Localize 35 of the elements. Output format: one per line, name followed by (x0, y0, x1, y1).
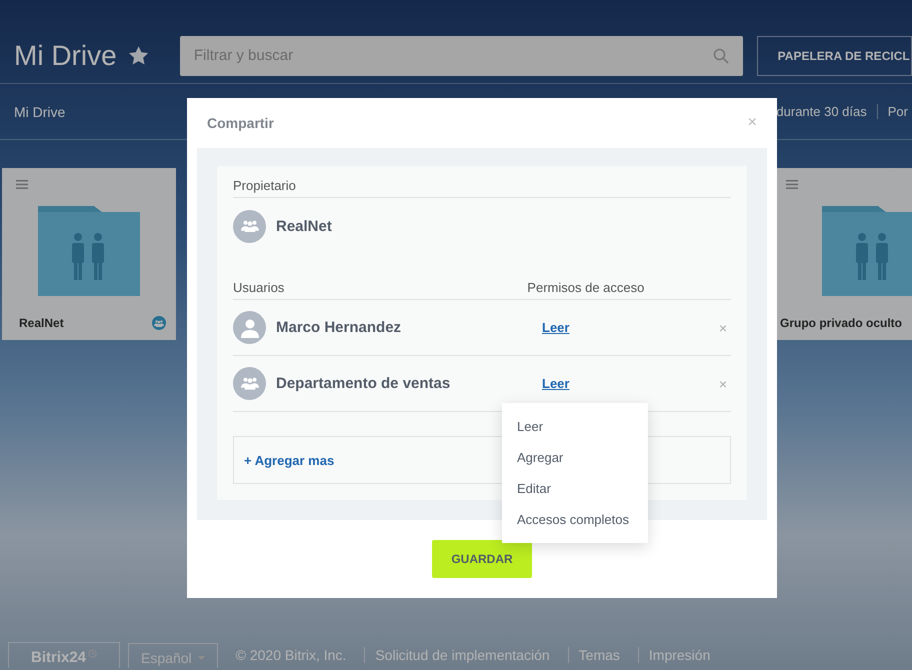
user-name: Departamento de ventas (276, 375, 450, 392)
permissions-label: Permisos de acceso (527, 280, 644, 295)
group-icon (240, 220, 258, 232)
search-icon (712, 48, 729, 64)
toolbar-item[interactable]: Por (876, 104, 912, 119)
folder-icon (822, 206, 912, 296)
search-field[interactable]: Filtrar y buscar (180, 36, 743, 76)
save-button[interactable]: GUARDAR (432, 540, 532, 578)
user-name: Marco Hernandez (276, 319, 402, 336)
add-more-link[interactable]: + Agregar mas (244, 452, 334, 468)
user-icon (240, 318, 258, 338)
recycle-bin-button[interactable]: PAPELERA DE RECICL (756, 36, 912, 76)
folder-name: Grupo privado oculto (780, 316, 902, 330)
menu-icon[interactable] (786, 180, 798, 189)
folder-card[interactable]: RealNet (2, 168, 176, 340)
clock-icon (88, 649, 98, 658)
owner-label: Propietario (233, 178, 296, 193)
owner-name: RealNet (276, 218, 332, 234)
menu-item[interactable]: Agregar (502, 442, 648, 473)
group-icon (240, 377, 258, 390)
menu-item[interactable]: Editar (502, 473, 648, 504)
permission-link[interactable]: Leer (542, 320, 570, 335)
copyright-text: © 2020 Bitrix, Inc. (234, 647, 348, 663)
menu-item[interactable]: Accesos completos (502, 504, 648, 535)
folder-name: RealNet (19, 316, 64, 330)
breadcrumb[interactable]: Mi Drive (14, 104, 76, 120)
permission-link[interactable]: Leer (542, 376, 570, 391)
dialog-title: Compartir (207, 115, 274, 131)
star-icon[interactable] (128, 46, 148, 65)
users-label: Usuarios (233, 280, 284, 295)
menu-item[interactable]: Leer (502, 411, 648, 442)
menu-icon[interactable] (16, 180, 28, 189)
page-title: Mi Drive (14, 40, 117, 72)
group-icon (154, 320, 164, 326)
folder-icon (38, 206, 140, 296)
